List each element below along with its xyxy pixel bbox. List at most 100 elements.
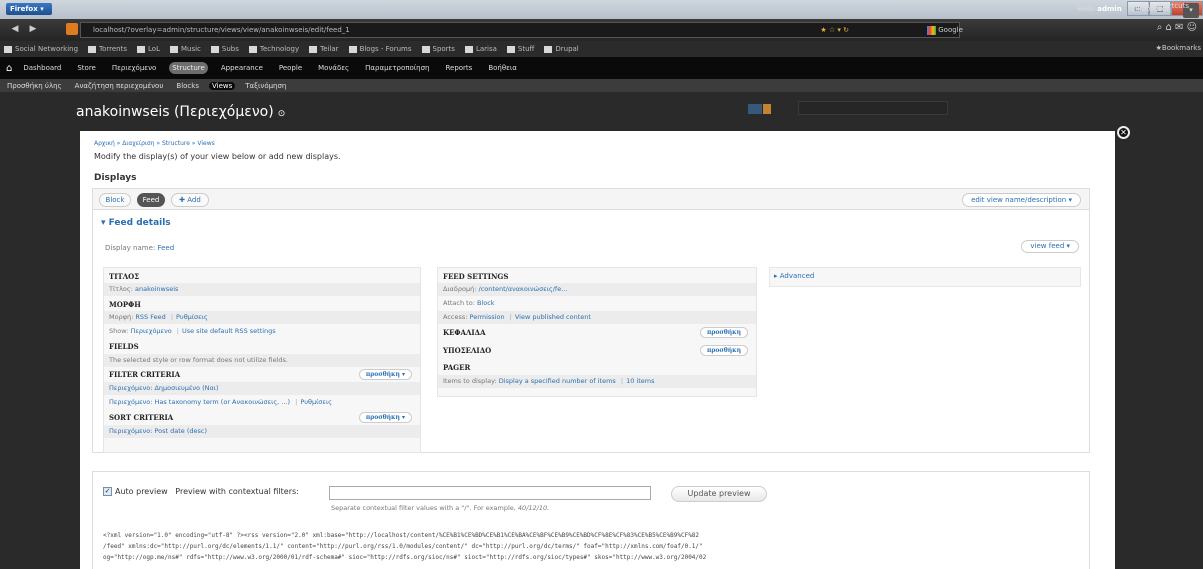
folder-icon xyxy=(421,45,430,53)
toolbar-item[interactable]: Appearance xyxy=(218,62,266,74)
rss-icon xyxy=(763,104,771,114)
bookmark-folder[interactable]: Blogs - Forums xyxy=(348,45,412,53)
bookmark-folder[interactable]: LoL xyxy=(137,45,160,53)
toolbar-item[interactable]: Περιεχόμενο xyxy=(109,62,159,74)
filter-settings-link[interactable]: Ρυθμίσεις xyxy=(300,398,332,406)
filter-published-link[interactable]: Περιεχόμενο: Δημοσιευμένο (Ναι) xyxy=(109,384,219,392)
search-engine-box[interactable]: Google xyxy=(927,24,1037,36)
format-setting: Μορφή: RSS Feed | Ρυθμίσεις xyxy=(104,311,420,324)
path-setting: Διαδρομή: /content/ανακοινώσεις/fe... xyxy=(438,283,756,296)
breadcrumb[interactable]: Αρχική » Διαχείριση » Structure » Views xyxy=(94,140,215,147)
bookmark-folder[interactable]: Torrents xyxy=(88,45,127,53)
toolbar-item[interactable]: Reports xyxy=(442,62,475,74)
feed-details: ▾ Feed details Display name: Feed view f… xyxy=(92,210,1090,453)
toolbar-item[interactable]: Μονάδες xyxy=(315,62,352,74)
title-value-link[interactable]: anakoinwseis xyxy=(135,285,178,293)
toolbar-item[interactable]: Structure xyxy=(169,62,208,74)
access-setting: Access: Permission | View published conte… xyxy=(438,311,756,324)
bookmark-folder[interactable]: Teilar xyxy=(309,45,339,53)
bookmark-label: Torrents xyxy=(99,45,128,53)
shortcut-item[interactable]: Προσθήκη ύλης xyxy=(4,82,65,90)
filter-taxonomy-link[interactable]: Περιεχόμενο: Has taxonomy term (or Ανακο… xyxy=(109,398,290,406)
back-icon[interactable]: ◀ xyxy=(6,22,24,37)
nav-right-icons[interactable]: ⌕ ⌂ ✉ ☺ xyxy=(1157,22,1197,33)
view-feed-button[interactable]: view feed ▾ xyxy=(1021,240,1079,253)
bookmark-folder[interactable]: Stuff xyxy=(506,45,534,53)
preview-section: ✓ Auto preview Preview with contextual f… xyxy=(92,471,1090,569)
feed-details-heading[interactable]: ▾ Feed details xyxy=(101,218,171,228)
format-value-link[interactable]: RSS Feed xyxy=(135,313,165,321)
forward-icon[interactable]: ▶ xyxy=(24,22,42,37)
bookmark-folder[interactable]: Larisa xyxy=(464,45,497,53)
folder-icon xyxy=(137,45,146,53)
auto-preview-row: ✓ Auto preview Preview with contextual f… xyxy=(103,487,299,496)
show-value-link[interactable]: Περιεχόμενο xyxy=(130,327,171,335)
display-name: Display name: Feed xyxy=(105,244,175,252)
section-filter-heading: FILTER CRITERIA προσθήκη ▾ xyxy=(104,368,420,381)
section-fields-heading: FIELDS xyxy=(109,342,139,351)
username[interactable]: admin xyxy=(1097,5,1121,13)
access-value-link[interactable]: Permission xyxy=(470,313,505,321)
attach-value-link[interactable]: Block xyxy=(477,299,495,307)
bookmark-folder[interactable]: Music xyxy=(169,45,201,53)
google-icon xyxy=(927,25,936,35)
toolbar-item[interactable]: Παραμετροποίηση xyxy=(362,62,432,74)
bookmark-folder[interactable]: Sports xyxy=(421,45,455,53)
bookmark-folder[interactable]: Social Networking xyxy=(4,45,78,53)
pager-count-link[interactable]: 10 items xyxy=(626,377,654,385)
column-third: ▸ Advanced xyxy=(769,267,1081,287)
url-bar[interactable]: localhost/?overlay=admin/structure/views… xyxy=(80,22,963,38)
bookmarks-menu[interactable]: ★Bookmarks xyxy=(1156,44,1201,52)
add-header-button[interactable]: προσθήκη xyxy=(699,327,748,338)
toolbar-item[interactable]: Dashboard xyxy=(20,62,64,74)
folder-icon xyxy=(464,45,473,53)
bookmark-folder[interactable]: Subs xyxy=(210,45,239,53)
bookmark-label: Music xyxy=(180,45,201,53)
add-filter-button[interactable]: προσθήκη ▾ xyxy=(358,369,412,380)
tab-feed[interactable]: Feed xyxy=(137,193,165,207)
xml-line: /feed" xmlns:dc="http://purl.org/dc/elem… xyxy=(103,543,703,550)
pager-type-link[interactable]: Display a specified number of items xyxy=(499,377,616,385)
folder-icon xyxy=(309,45,318,53)
bookmark-folder[interactable]: Technology xyxy=(248,45,299,53)
sort-post-date-link[interactable]: Περιεχόμενο: Post date (desc) xyxy=(109,427,207,435)
shortcut-item[interactable]: Ταξινόμηση xyxy=(242,82,289,90)
window-titlebar: Firefox ▾ ▭ ▢ ✕ xyxy=(0,0,1203,19)
toolbar-item[interactable]: Store xyxy=(74,62,99,74)
bookmark-star-icon[interactable]: ★ ☆ ▾ ↻ xyxy=(820,23,849,37)
firefox-menu-button[interactable]: Firefox ▾ xyxy=(6,3,52,15)
toolbar-item[interactable]: Βοήθεια xyxy=(485,62,520,74)
views-edit-panel: Αρχική » Διαχείριση » Structure » Views … xyxy=(80,131,1115,569)
contextual-filters-input[interactable] xyxy=(329,486,651,500)
title-marker-icon: ⊙ xyxy=(277,109,286,119)
add-display-button[interactable]: ✚ Add xyxy=(171,193,209,207)
folder-icon xyxy=(506,45,515,53)
overlay-close-icon[interactable]: ✕ xyxy=(1117,126,1130,139)
flag-icon xyxy=(748,104,762,114)
edit-shortcuts-link[interactable]: Edit shortcuts xyxy=(1141,2,1189,10)
display-name-link[interactable]: Feed xyxy=(157,244,174,252)
access-extra-link[interactable]: View published content xyxy=(515,313,591,321)
display-tabs: Block Feed ✚ Add edit view name/descript… xyxy=(92,188,1090,210)
tab-block[interactable]: Block xyxy=(99,193,131,207)
edit-view-name-button[interactable]: edit view name/description ▾ xyxy=(962,193,1081,207)
auto-preview-checkbox[interactable]: ✓ xyxy=(103,487,112,496)
section-feed-settings-heading: FEED SETTINGS xyxy=(443,272,509,281)
update-preview-button[interactable]: Update preview xyxy=(671,486,767,502)
shortcut-item[interactable]: Blocks xyxy=(173,82,202,90)
add-footer-button[interactable]: προσθήκη xyxy=(699,345,748,356)
advanced-toggle[interactable]: ▸ Advanced xyxy=(774,272,814,280)
show-settings-link[interactable]: Use site default RSS settings xyxy=(182,327,276,335)
path-value-link[interactable]: /content/ανακοινώσεις/fe... xyxy=(479,285,568,293)
shortcut-item[interactable]: Αναζήτηση περιεχομένου xyxy=(72,82,167,90)
add-sort-button[interactable]: προσθήκη ▾ xyxy=(358,412,412,423)
home-icon[interactable]: ⌂ xyxy=(6,63,12,74)
toolbar-item[interactable]: People xyxy=(276,62,305,74)
section-title-heading: ΤΙΤΛΟΣ xyxy=(109,272,140,281)
section-pager-heading: PAGER xyxy=(443,363,471,372)
shortcut-item[interactable]: Views xyxy=(208,81,236,90)
fields-note: The selected style or row format does no… xyxy=(104,354,420,367)
bookmark-folder[interactable]: Drupal xyxy=(544,45,579,53)
format-settings-link[interactable]: Ρυθμίσεις xyxy=(176,313,208,321)
site-icon xyxy=(66,23,78,35)
